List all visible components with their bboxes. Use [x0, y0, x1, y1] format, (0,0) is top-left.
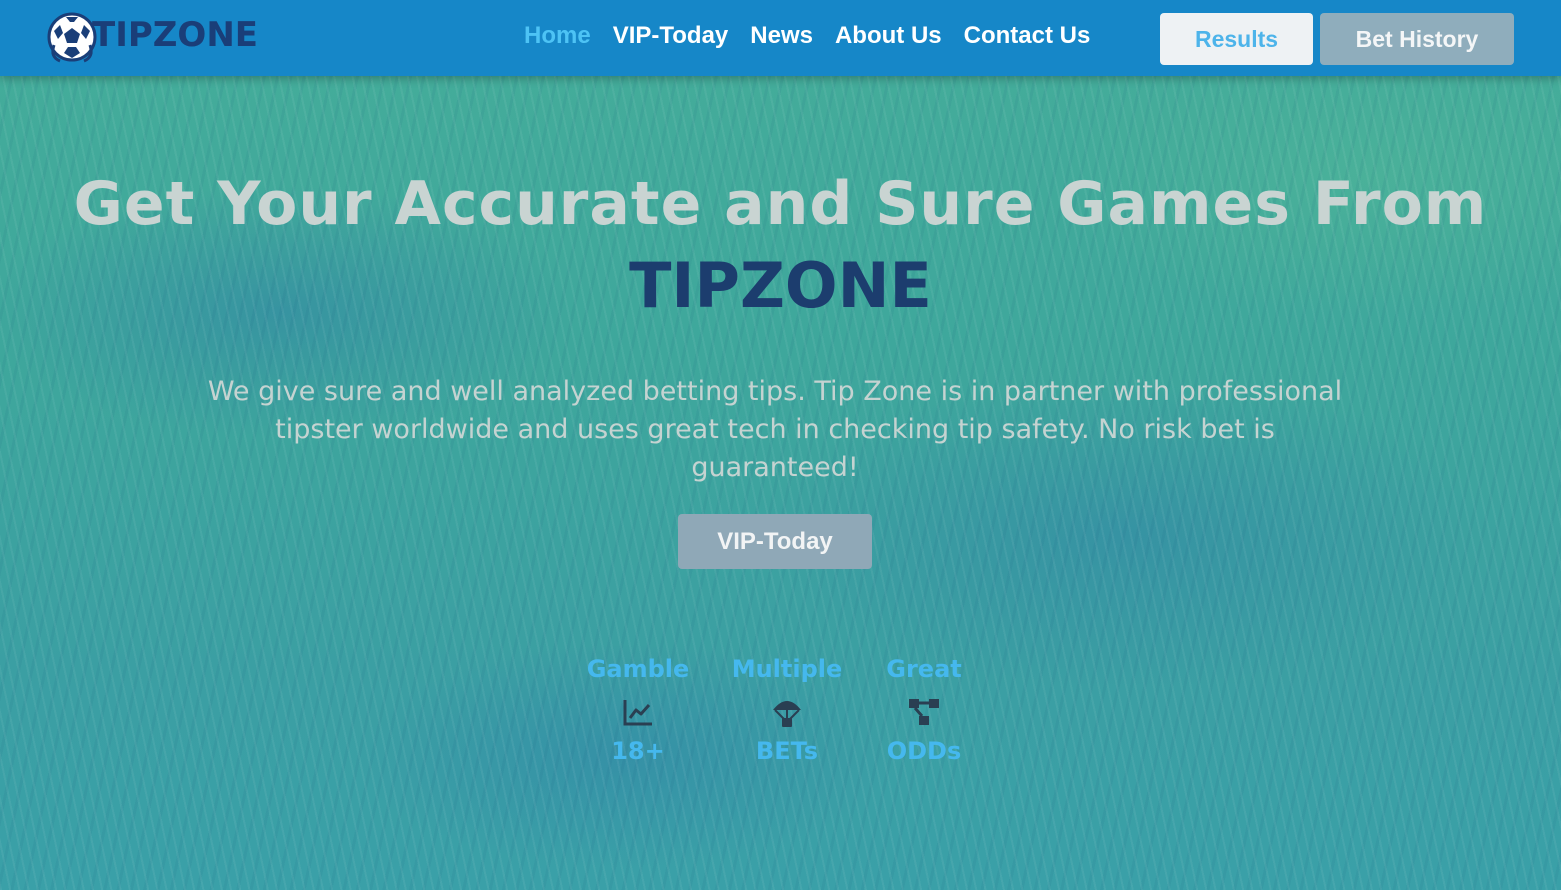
main-nav: Home VIP-Today News About Us Contact Us — [524, 22, 1090, 50]
soccer-ball-icon — [46, 11, 97, 63]
hero-brand: TIPZONE — [629, 249, 932, 322]
nav-link-about-us[interactable]: About Us — [835, 22, 942, 50]
nav-link-vip-today[interactable]: VIP-Today — [613, 22, 729, 50]
parachute-icon — [771, 696, 803, 728]
vip-today-button[interactable]: VIP-Today — [678, 514, 872, 569]
feature-value: 18+ — [611, 737, 665, 765]
feature-value: ODDs — [886, 737, 962, 765]
results-button[interactable]: Results — [1160, 13, 1313, 65]
nav-link-contact-us[interactable]: Contact Us — [964, 22, 1091, 50]
feature-gamble: Gamble 18+ — [568, 652, 708, 768]
hero-description: We give sure and well analyzed betting t… — [207, 376, 1343, 483]
feature-multiple: Multiple BETs — [717, 652, 857, 768]
hero-title: Get Your Accurate and Sure Games From — [73, 169, 1488, 239]
feature-value: BETs — [755, 737, 819, 765]
nav-link-news[interactable]: News — [750, 22, 813, 50]
network-icon — [908, 696, 940, 728]
logo-text: TIPZONE — [92, 15, 258, 55]
feature-great: Great ODDs — [854, 652, 994, 768]
nav-link-home[interactable]: Home — [524, 22, 591, 50]
bet-history-button[interactable]: Bet History — [1320, 13, 1514, 65]
top-navbar: TIPZONE Home VIP-Today News About Us Con… — [0, 0, 1561, 76]
chart-line-icon — [622, 696, 654, 728]
feature-title: Multiple — [731, 655, 843, 683]
site-logo[interactable]: TIPZONE — [46, 8, 258, 63]
feature-title: Gamble — [586, 655, 690, 683]
feature-title: Great — [886, 655, 962, 683]
